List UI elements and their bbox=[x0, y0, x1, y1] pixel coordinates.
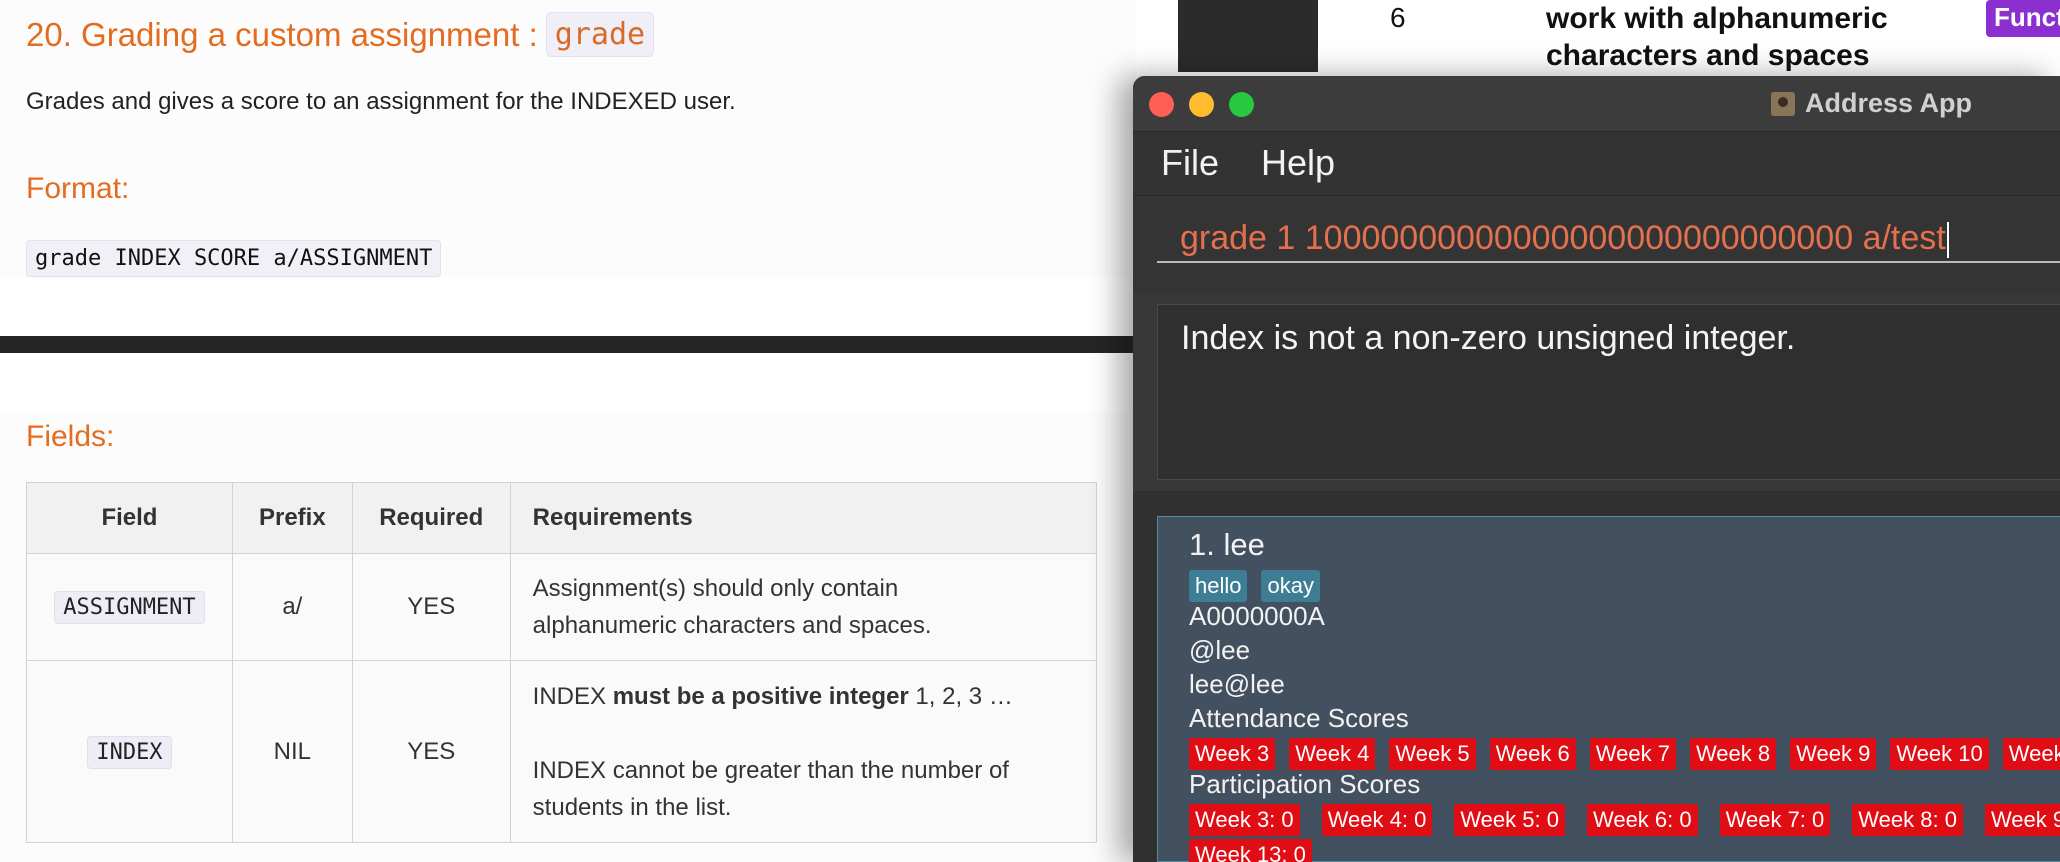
result-message: Index is not a non-zero unsigned integer… bbox=[1181, 319, 1796, 357]
background-dark-panel bbox=[1178, 0, 1318, 72]
participation-label: Participation Scores bbox=[1189, 769, 1421, 799]
requirement-line: Assignment(s) should only contain bbox=[532, 575, 899, 602]
requirement-line: alphanumeric characters and spaces. bbox=[532, 612, 932, 639]
header-field: Field bbox=[26, 482, 233, 554]
section-description: Grades and gives a score to an assignmen… bbox=[26, 88, 736, 115]
documentation-panel: 20. Grading a custom assignment : grade … bbox=[0, 0, 1136, 862]
participation-week-badge: Week 9: 0 bbox=[1984, 804, 2060, 836]
background-row-text: work with alphanumeric characters and sp… bbox=[1546, 0, 1888, 74]
attendance-week-badge: Week 7 bbox=[1589, 738, 1676, 770]
command-chip: grade bbox=[545, 12, 655, 57]
header-prefix: Prefix bbox=[231, 482, 353, 554]
format-code: grade INDEX SCORE a/ASSIGNMENT bbox=[26, 240, 442, 277]
background-text-line: characters and spaces bbox=[1546, 39, 1870, 72]
requirement-text: 1, 2, 3 … bbox=[908, 682, 1013, 710]
person-name: 1. lee bbox=[1189, 527, 1265, 562]
close-window-button[interactable] bbox=[1149, 92, 1174, 117]
requirement-line: students in the list. bbox=[532, 793, 732, 821]
format-heading: Format: bbox=[26, 172, 130, 205]
attendance-week-badge: Week 9 bbox=[1790, 738, 1877, 770]
table-header-row: Field Prefix Required Requirements bbox=[26, 482, 1098, 554]
person-card[interactable]: 1. lee hello okay A0000000A @lee lee@lee… bbox=[1157, 516, 2060, 862]
table-row: ASSIGNMENT a/ YES Assignment(s) should o… bbox=[26, 553, 1098, 661]
menu-help[interactable]: Help bbox=[1261, 142, 1335, 184]
cell-prefix: NIL bbox=[231, 660, 353, 843]
background-text-line: work with alphanumeric bbox=[1546, 2, 1888, 35]
header-required: Required bbox=[351, 482, 511, 554]
minimize-window-button[interactable] bbox=[1189, 92, 1214, 117]
participation-week-badge: Week 13: 0 bbox=[1189, 839, 1312, 862]
text-caret bbox=[1946, 222, 1949, 259]
person-tags: hello okay bbox=[1189, 570, 1320, 602]
participation-week-badge: Week 4: 0 bbox=[1321, 804, 1433, 836]
cell-requirements: Assignment(s) should only contain alphan… bbox=[509, 553, 1098, 661]
requirement-line: INDEX must be a positive integer 1, 2, 3… bbox=[533, 678, 1074, 715]
requirement-spacer bbox=[533, 715, 1074, 752]
address-book-icon bbox=[1771, 91, 1795, 116]
tag-badge: okay bbox=[1261, 570, 1320, 602]
requirement-line: INDEX cannot be greater than the number … bbox=[532, 756, 1009, 784]
cell-prefix: a/ bbox=[231, 553, 353, 661]
person-telegram: @lee bbox=[1189, 635, 1251, 665]
section-title-text: 20. Grading a custom assignment : bbox=[26, 15, 538, 53]
tag-badge: hello bbox=[1189, 570, 1248, 602]
person-student-id: A0000000A bbox=[1189, 601, 1325, 631]
window-titlebar[interactable]: Address App bbox=[1133, 76, 2060, 132]
command-box-area: grade 1 10000000000000000000000000000 a/… bbox=[1133, 197, 2060, 293]
background-row-number: 6 bbox=[1390, 2, 1406, 33]
field-chip: ASSIGNMENT bbox=[54, 591, 205, 624]
participation-week-badge: Week 6: 0 bbox=[1586, 804, 1698, 836]
address-app-window: Address App File Help grade 1 1000000000… bbox=[1133, 76, 2060, 862]
cell-field: ASSIGNMENT bbox=[26, 553, 233, 661]
table-row: INDEX NIL YES INDEX must be a positive i… bbox=[26, 660, 1098, 843]
participation-week-badge: Week 5: 0 bbox=[1454, 804, 1565, 836]
cell-required: YES bbox=[351, 553, 511, 661]
attendance-week-badge: Week 3 bbox=[1189, 738, 1276, 770]
window-title: Address App bbox=[1771, 88, 1972, 119]
requirement-text: INDEX bbox=[532, 682, 613, 710]
zoom-window-button[interactable] bbox=[1229, 92, 1254, 117]
cell-requirements: INDEX must be a positive integer 1, 2, 3… bbox=[509, 660, 1098, 843]
participation-weeks-row2: Week 13: 0 bbox=[1189, 839, 1312, 862]
person-email: lee@lee bbox=[1189, 669, 1285, 699]
attendance-week-badge: Week 11 bbox=[2002, 738, 2060, 770]
cell-field: INDEX bbox=[26, 660, 233, 843]
attendance-week-badge: Week 10 bbox=[1890, 738, 1989, 770]
attendance-week-badge: Week 6 bbox=[1489, 738, 1576, 770]
background-badge: Funct bbox=[1986, 0, 2060, 37]
menu-bar: File Help bbox=[1133, 132, 2060, 196]
command-input-text: grade 1 10000000000000000000000000000 a/… bbox=[1180, 219, 1946, 257]
section-title: 20. Grading a custom assignment : grade bbox=[26, 12, 655, 57]
header-requirements: Requirements bbox=[509, 482, 1098, 554]
menu-file[interactable]: File bbox=[1161, 142, 1219, 184]
attendance-week-badge: Week 8 bbox=[1689, 738, 1777, 770]
attendance-week-badge: Week 5 bbox=[1389, 738, 1476, 770]
fields-heading: Fields: bbox=[26, 420, 115, 453]
participation-week-badge: Week 3: 0 bbox=[1189, 804, 1300, 836]
requirement-emphasis: must be a positive integer bbox=[612, 682, 909, 710]
cell-required: YES bbox=[351, 660, 511, 843]
participation-week-badge: Week 8: 0 bbox=[1852, 804, 1963, 836]
fields-table: Field Prefix Required Requirements ASSIG… bbox=[26, 482, 1098, 843]
participation-weeks: Week 3: 0 Week 4: 0 Week 5: 0 Week 6: 0 … bbox=[1189, 804, 2060, 836]
attendance-label: Attendance Scores bbox=[1189, 703, 1409, 733]
field-chip: INDEX bbox=[87, 735, 172, 769]
command-input[interactable]: grade 1 10000000000000000000000000000 a/… bbox=[1157, 219, 2060, 263]
attendance-week-badge: Week 4 bbox=[1289, 738, 1376, 770]
section-divider bbox=[0, 336, 1136, 353]
result-display: Index is not a non-zero unsigned integer… bbox=[1157, 304, 2060, 480]
participation-week-badge: Week 7: 0 bbox=[1719, 804, 1831, 836]
attendance-weeks: Week 3 Week 4 Week 5 Week 6 Week 7 Week … bbox=[1189, 738, 2060, 770]
window-title-text: Address App bbox=[1805, 88, 1973, 118]
